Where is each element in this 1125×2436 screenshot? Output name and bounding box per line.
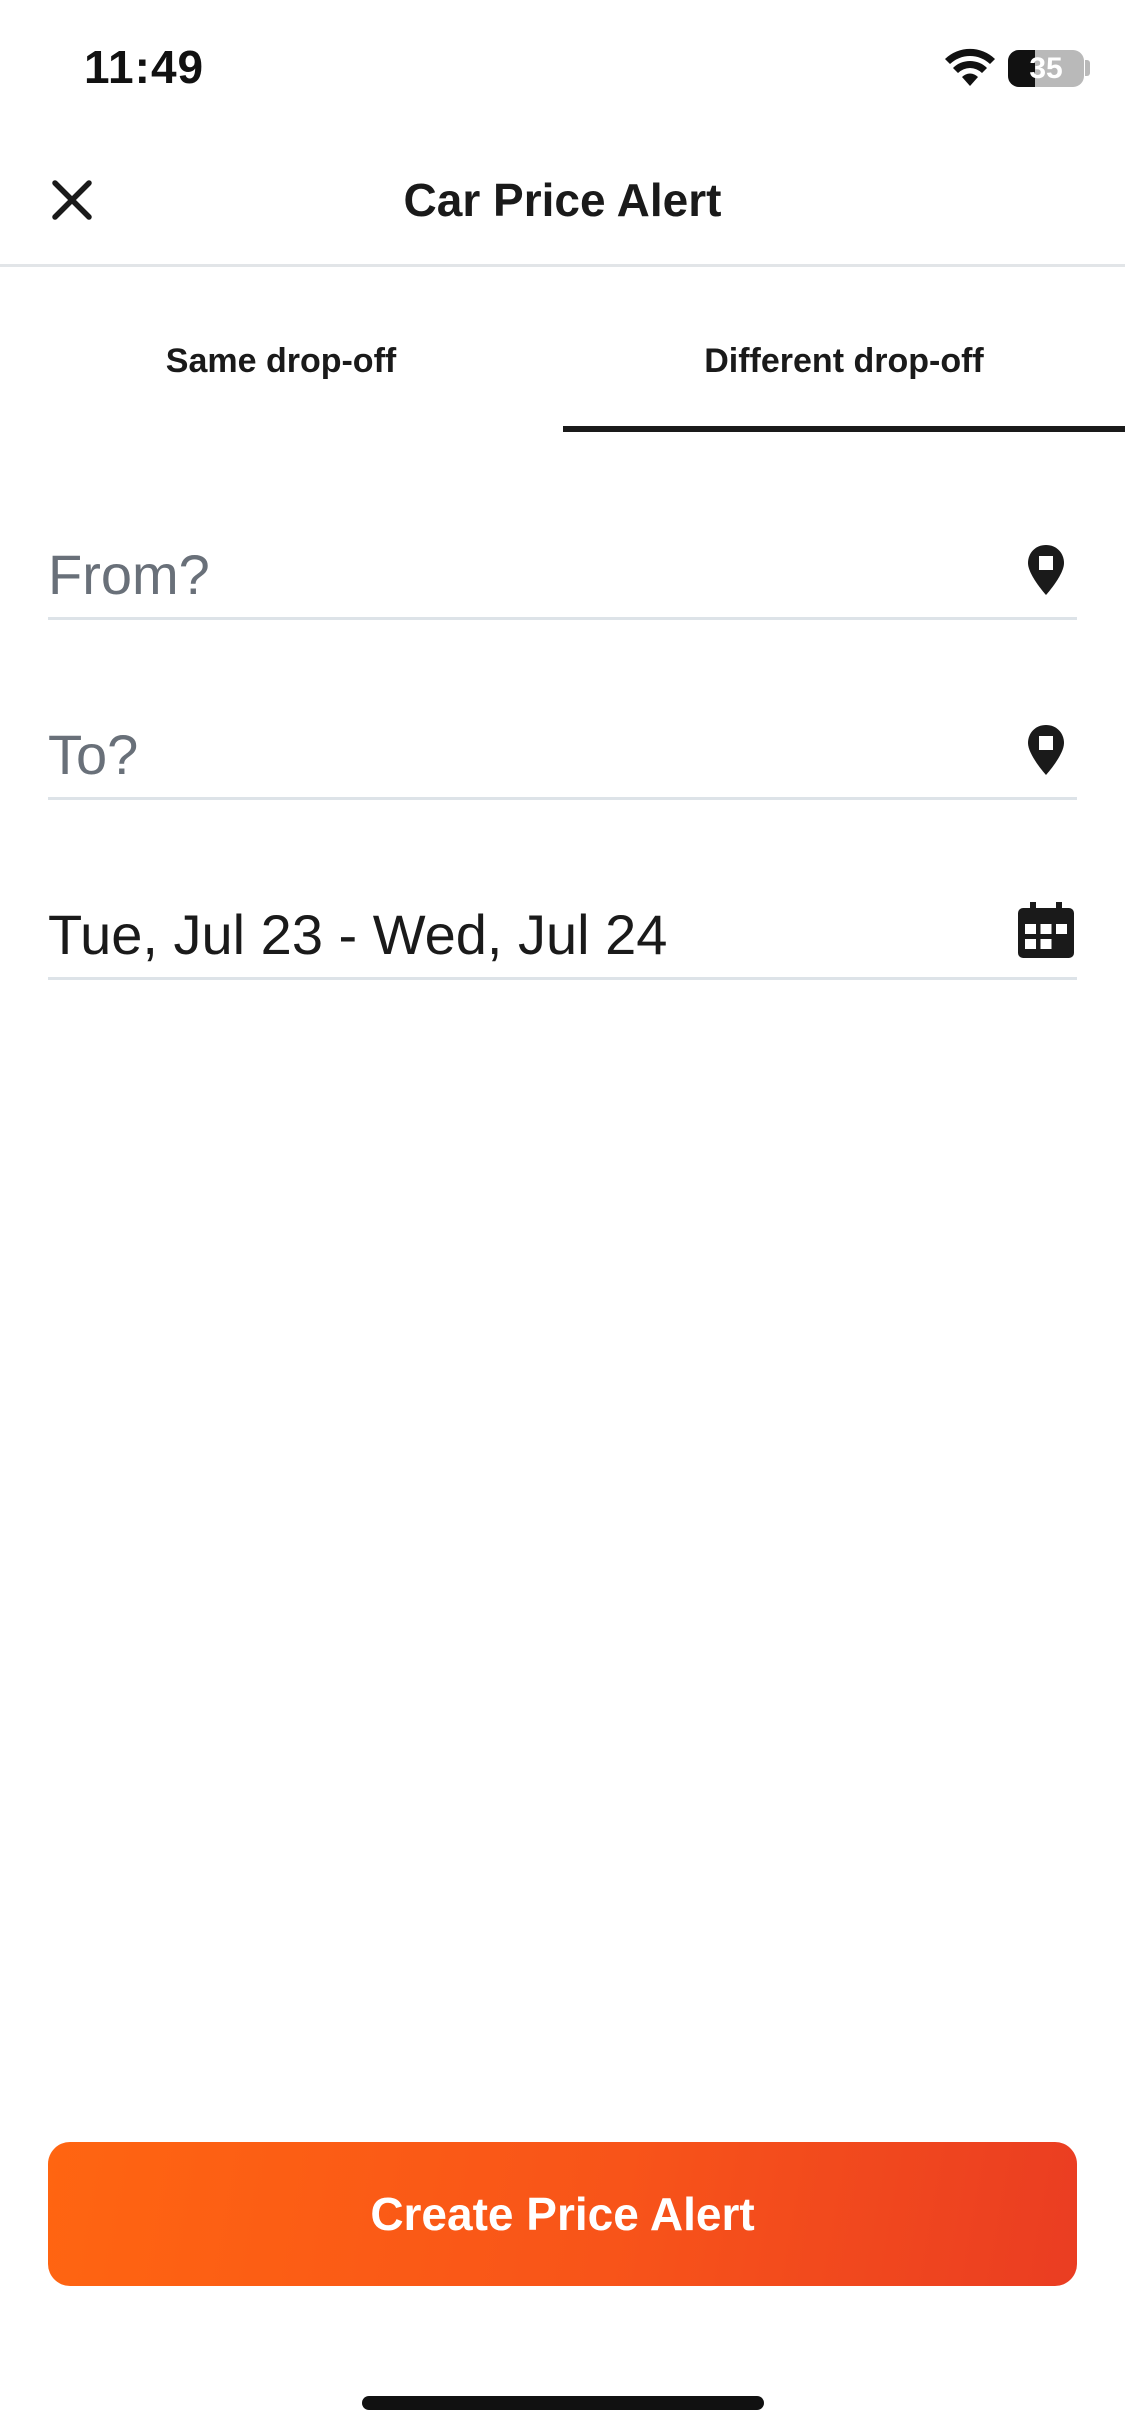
close-button[interactable] — [40, 168, 104, 232]
page-title: Car Price Alert — [403, 174, 722, 226]
home-indicator[interactable] — [362, 2396, 764, 2410]
from-field-text: From? — [48, 543, 210, 606]
create-price-alert-button[interactable]: Create Price Alert — [48, 2142, 1077, 2286]
header: Car Price Alert — [0, 135, 1125, 267]
car-price-alert-screen: 11:49 35 Car Price Alert Same drop-off D… — [0, 0, 1125, 2436]
wifi-icon — [945, 48, 995, 88]
battery-level: 35 — [1029, 52, 1063, 85]
map-pin-icon[interactable] — [1015, 539, 1077, 601]
tab-same-dropoff[interactable]: Same drop-off — [0, 300, 562, 432]
map-pin-icon[interactable] — [1015, 719, 1077, 781]
close-icon — [52, 180, 92, 220]
status-bar: 11:49 35 — [0, 0, 1125, 135]
battery-tip — [1085, 60, 1090, 76]
date-range-value: Tue, Jul 23 - Wed, Jul 24 — [48, 903, 668, 966]
from-field[interactable]: From? — [48, 520, 1077, 620]
to-field[interactable]: To? — [48, 700, 1077, 800]
tab-different-dropoff[interactable]: Different drop-off — [563, 300, 1125, 432]
calendar-icon[interactable] — [1015, 899, 1077, 961]
to-field-text: To? — [48, 723, 139, 786]
status-time: 11:49 — [84, 41, 205, 93]
date-range-field[interactable]: Tue, Jul 23 - Wed, Jul 24 — [48, 880, 1077, 980]
dropoff-tabs: Same drop-off Different drop-off — [0, 300, 1125, 432]
battery-indicator: 35 — [1008, 50, 1084, 87]
